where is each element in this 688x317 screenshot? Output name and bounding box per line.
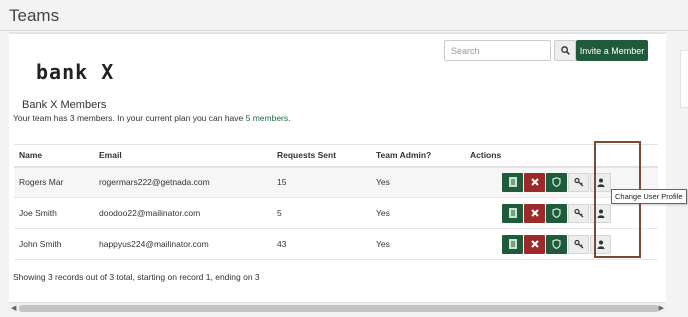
team-plan-info-prefix: Your team has 3 members. In your current… (13, 113, 246, 123)
remove-member-button[interactable] (524, 172, 545, 192)
shield-icon (552, 239, 561, 249)
cell-name: John Smith (14, 228, 94, 260)
key-icon (573, 239, 584, 249)
reset-password-button[interactable] (568, 203, 589, 223)
team-logo: bank X (36, 60, 115, 84)
search-input[interactable] (444, 40, 551, 61)
shield-icon (552, 208, 561, 218)
remove-member-button[interactable] (524, 234, 545, 254)
key-icon (573, 208, 584, 218)
team-plan-info-suffix: . (288, 113, 291, 123)
remove-icon (530, 178, 539, 186)
cell-team-admin: Yes (371, 228, 465, 260)
key-icon (573, 177, 584, 187)
report-icon (508, 239, 517, 249)
search-button[interactable] (554, 40, 576, 61)
column-header-email[interactable]: Email (94, 144, 272, 168)
column-header-admin[interactable]: Team Admin? (371, 144, 465, 168)
report-icon (508, 177, 517, 188)
team-member-limit-link[interactable]: 5 members (246, 113, 289, 123)
report-button[interactable] (502, 234, 523, 254)
cell-requests-sent: 15 (272, 166, 371, 198)
table-row: Joe Smith doodoo22@mailinator.com 5 Yes (14, 197, 658, 229)
reset-password-button[interactable] (568, 172, 589, 192)
cell-email: doodoo22@mailinator.com (94, 197, 272, 229)
team-plan-info: Your team has 3 members. In your current… (13, 113, 291, 123)
toggle-admin-button[interactable] (546, 203, 567, 223)
cell-email: happyus224@mailinator.com (94, 228, 272, 260)
cell-requests-sent: 43 (272, 228, 371, 260)
table-row: John Smith happyus224@mailinator.com 43 Yes (14, 228, 658, 260)
scrollbar-thumb[interactable] (19, 305, 659, 312)
toggle-admin-button[interactable] (546, 172, 567, 192)
tooltip: Change User Profile (611, 189, 687, 204)
cell-name: Rogers Mar (14, 166, 94, 198)
search-icon (560, 46, 570, 55)
remove-icon (530, 240, 539, 248)
remove-icon (530, 209, 539, 217)
cell-requests-sent: 5 (272, 197, 371, 229)
team-name: Bank X Members (22, 99, 107, 111)
report-button[interactable] (502, 172, 523, 192)
reset-password-button[interactable] (568, 234, 589, 254)
toggle-admin-button[interactable] (546, 234, 567, 254)
table-header-row: Name Email Requests Sent Team Admin? Act… (14, 144, 658, 168)
side-panel-edge (680, 50, 688, 108)
cell-name: Joe Smith (14, 197, 94, 229)
horizontal-scrollbar[interactable]: ◀ ▶ (9, 302, 666, 313)
records-summary: Showing 3 records out of 3 total, starti… (13, 272, 260, 282)
report-icon (508, 208, 517, 218)
invite-member-button[interactable]: Invite a Member (576, 40, 648, 61)
team-panel: Invite a Member bank X Bank X Members Yo… (9, 32, 666, 302)
cell-team-admin: Yes (371, 166, 465, 198)
remove-member-button[interactable] (524, 203, 545, 223)
shield-icon (552, 177, 561, 188)
column-header-requests[interactable]: Requests Sent (272, 144, 371, 168)
title-divider (0, 30, 688, 31)
members-table: Name Email Requests Sent Team Admin? Act… (14, 144, 658, 260)
column-header-name[interactable]: Name (14, 144, 94, 168)
cell-email: rogermars222@getnada.com (94, 166, 272, 198)
table-row: Rogers Mar rogermars222@getnada.com 15 Yes (14, 166, 658, 198)
scroll-left-icon[interactable]: ◀ (11, 304, 16, 312)
page-title: Teams (9, 6, 60, 25)
scroll-right-icon[interactable]: ▶ (659, 304, 664, 312)
cell-team-admin: Yes (371, 197, 465, 229)
report-button[interactable] (502, 203, 523, 223)
